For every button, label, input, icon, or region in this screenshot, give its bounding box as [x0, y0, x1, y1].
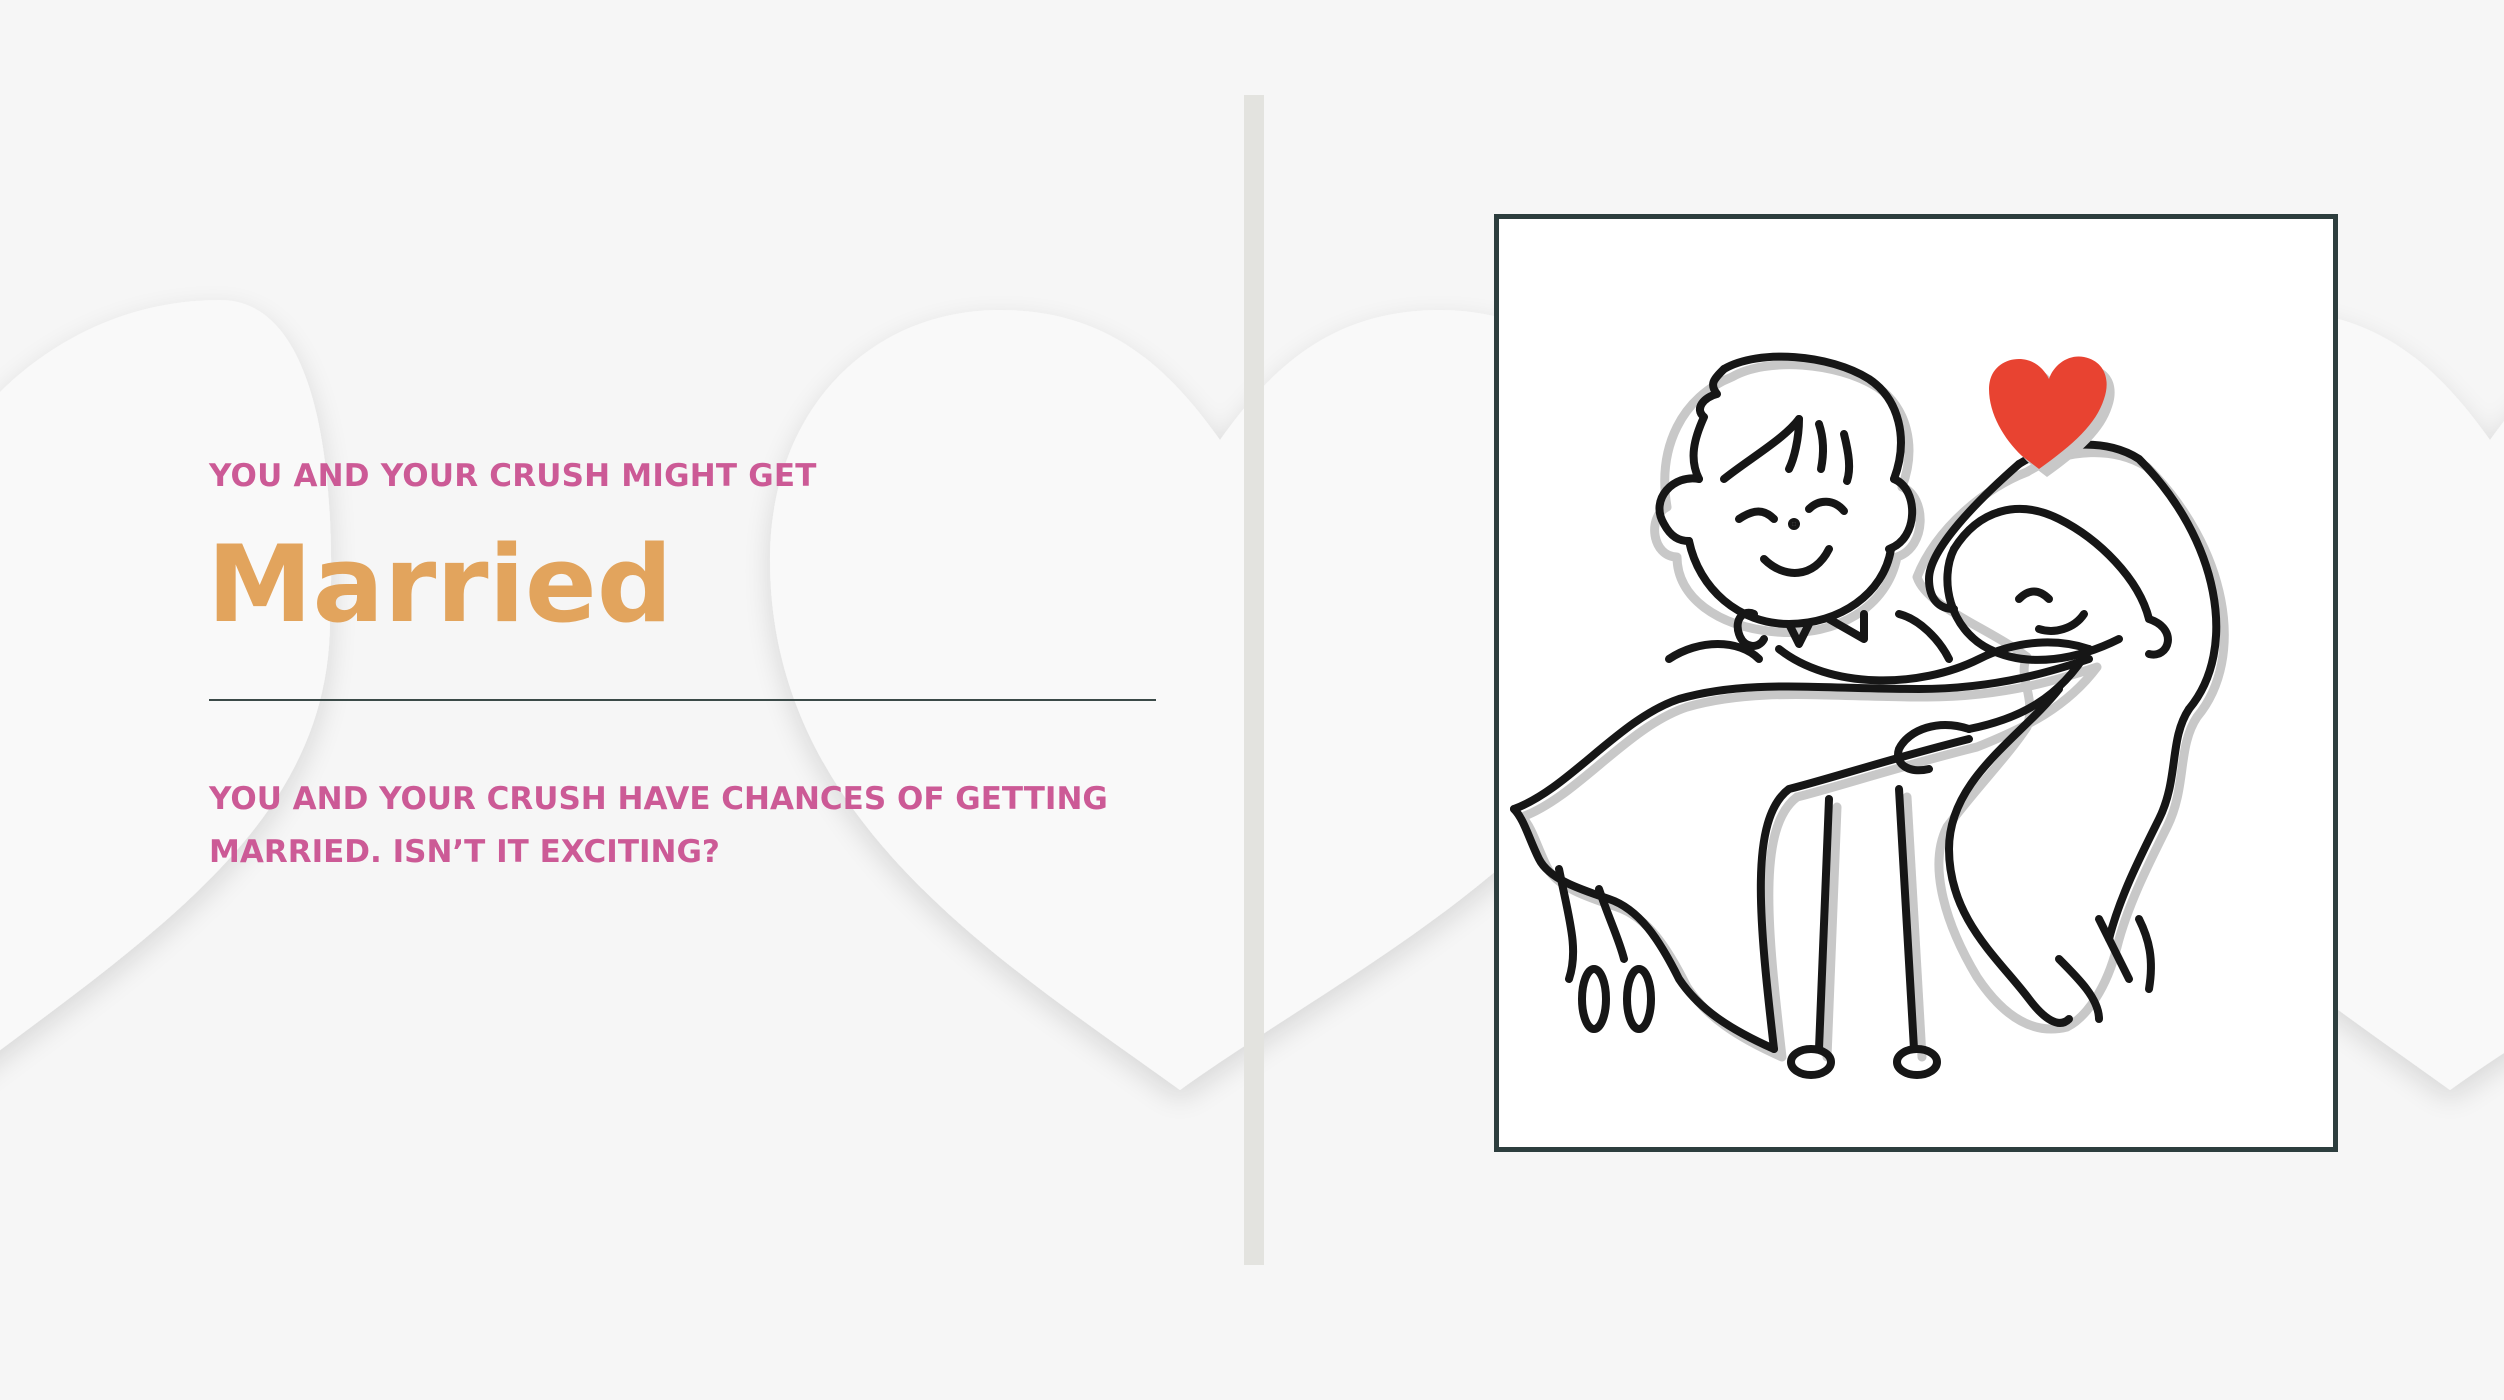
body-text: YOU AND YOUR CRUSH HAVE CHANCES OF GETTI…: [209, 781, 1108, 870]
eyebrow-text: YOU AND YOUR CRUSH MIGHT GET: [209, 458, 817, 494]
bg-heart-left: [0, 300, 332, 1051]
slide: YOU AND YOUR CRUSH MIGHT GET Married YOU…: [0, 0, 2504, 1400]
illustration-frame: [1494, 214, 2338, 1152]
vertical-divider: [1244, 95, 1264, 1265]
couple-illustration: [1510, 352, 2229, 1079]
horizontal-rule: [209, 699, 1156, 701]
heart-icon: [1989, 356, 2115, 477]
slide-title: Married: [207, 523, 673, 646]
